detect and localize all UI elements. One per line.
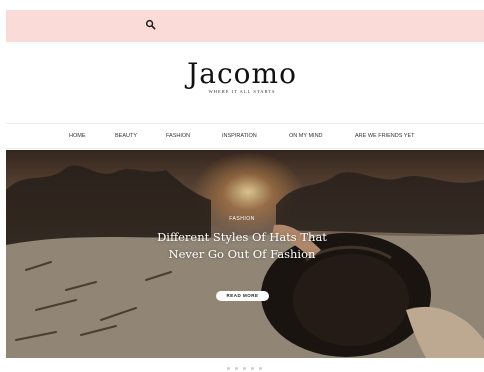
search-icon[interactable]: [145, 19, 156, 30]
main-navigation: HOME BEAUTY FASHION INSPIRATION ON MY MI…: [6, 123, 484, 149]
top-bar: [6, 10, 484, 42]
read-more-button[interactable]: READ MORE: [216, 291, 269, 301]
nav-item-on-my-mind[interactable]: ON MY MIND: [289, 124, 323, 148]
slider-dots: [227, 367, 267, 371]
slider-dot[interactable]: [259, 367, 262, 370]
slider-dot[interactable]: [243, 367, 246, 370]
nav-item-inspiration[interactable]: INSPIRATION: [222, 124, 257, 148]
nav-item-home[interactable]: HOME: [69, 124, 86, 148]
nav-item-beauty[interactable]: BEAUTY: [115, 124, 137, 148]
hero-category[interactable]: FASHION: [0, 216, 484, 222]
slider-dot[interactable]: [227, 367, 230, 370]
hero-title[interactable]: Different Styles Of Hats That Never Go O…: [157, 229, 327, 263]
nav-item-fashion[interactable]: FASHION: [166, 124, 190, 148]
nav-item-are-we-friends-yet[interactable]: ARE WE FRIENDS YET: [355, 124, 415, 148]
slider-dot[interactable]: [235, 367, 238, 370]
site-title[interactable]: Jacomo: [0, 58, 484, 90]
site-branding: Jacomo WHERE IT ALL STARTS: [0, 58, 484, 95]
slider-dot[interactable]: [251, 367, 254, 370]
site-tagline: WHERE IT ALL STARTS: [208, 89, 276, 94]
